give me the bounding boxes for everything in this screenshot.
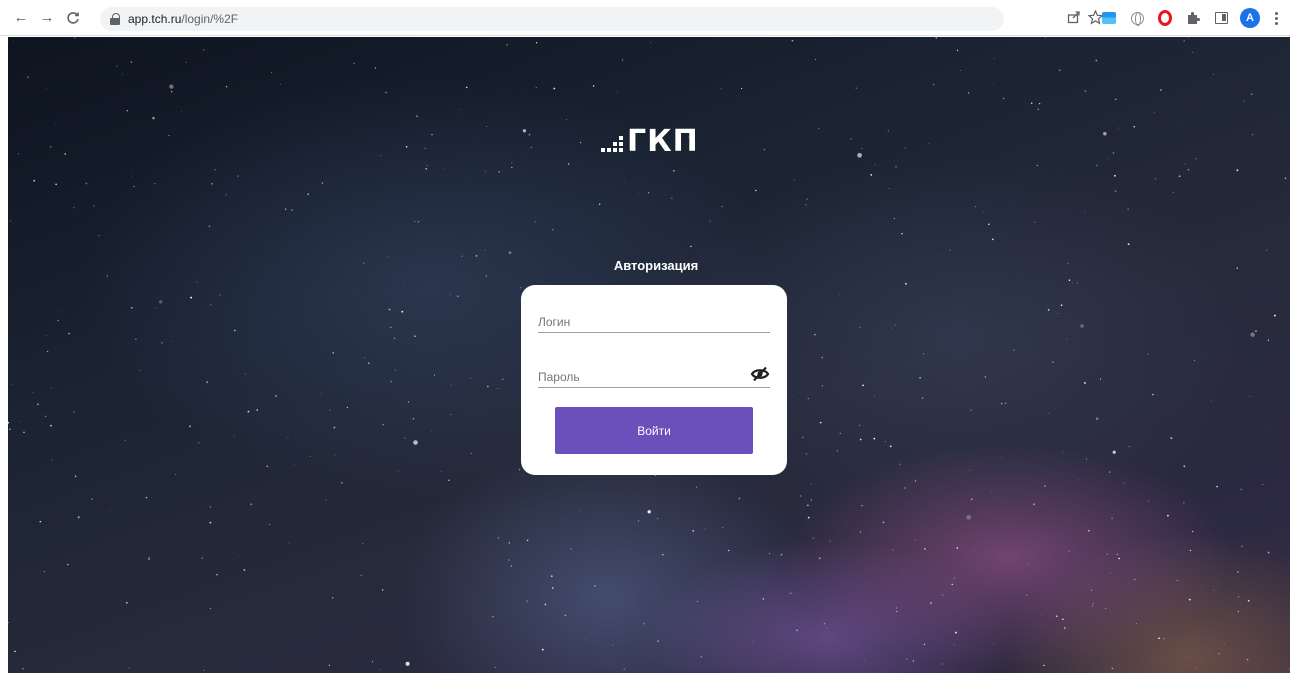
share-icon[interactable] — [1065, 8, 1083, 26]
logo-mark-icon — [601, 131, 625, 153]
side-panel-icon[interactable] — [1212, 9, 1230, 27]
browser-toolbar: ← → app.tch.ru/login/%2F A — [0, 0, 1290, 36]
extensions-area: A — [1090, 0, 1290, 36]
logo-text: ГКП — [627, 124, 699, 159]
password-field — [538, 358, 770, 388]
auth-title: Авторизация — [613, 258, 699, 273]
lock-icon[interactable] — [110, 13, 120, 25]
url-path: /login/%2F — [181, 12, 239, 26]
login-card: Войти — [521, 285, 787, 475]
puzzle-icon[interactable] — [1184, 9, 1202, 27]
login-input[interactable] — [538, 303, 770, 332]
login-page: ГКП Авторизация Войти — [8, 37, 1290, 673]
password-input[interactable] — [538, 358, 770, 387]
reload-icon[interactable] — [62, 7, 84, 29]
kebab-menu-icon[interactable] — [1268, 8, 1284, 28]
url-text: app.tch.ru/login/%2F — [128, 12, 238, 26]
opera-icon[interactable] — [1156, 9, 1174, 27]
login-button[interactable]: Войти — [555, 407, 753, 454]
url-host: app.tch.ru — [128, 12, 182, 26]
forward-icon[interactable]: → — [36, 7, 58, 29]
eye-off-icon[interactable] — [750, 366, 770, 382]
login-field — [538, 303, 770, 333]
logo: ГКП — [601, 122, 711, 162]
globe-extension-icon[interactable] — [1128, 9, 1146, 27]
back-icon[interactable]: ← — [10, 7, 32, 29]
image-extension-icon[interactable] — [1100, 9, 1118, 27]
profile-avatar[interactable]: A — [1240, 8, 1260, 28]
address-bar[interactable]: app.tch.ru/login/%2F — [100, 7, 1004, 31]
